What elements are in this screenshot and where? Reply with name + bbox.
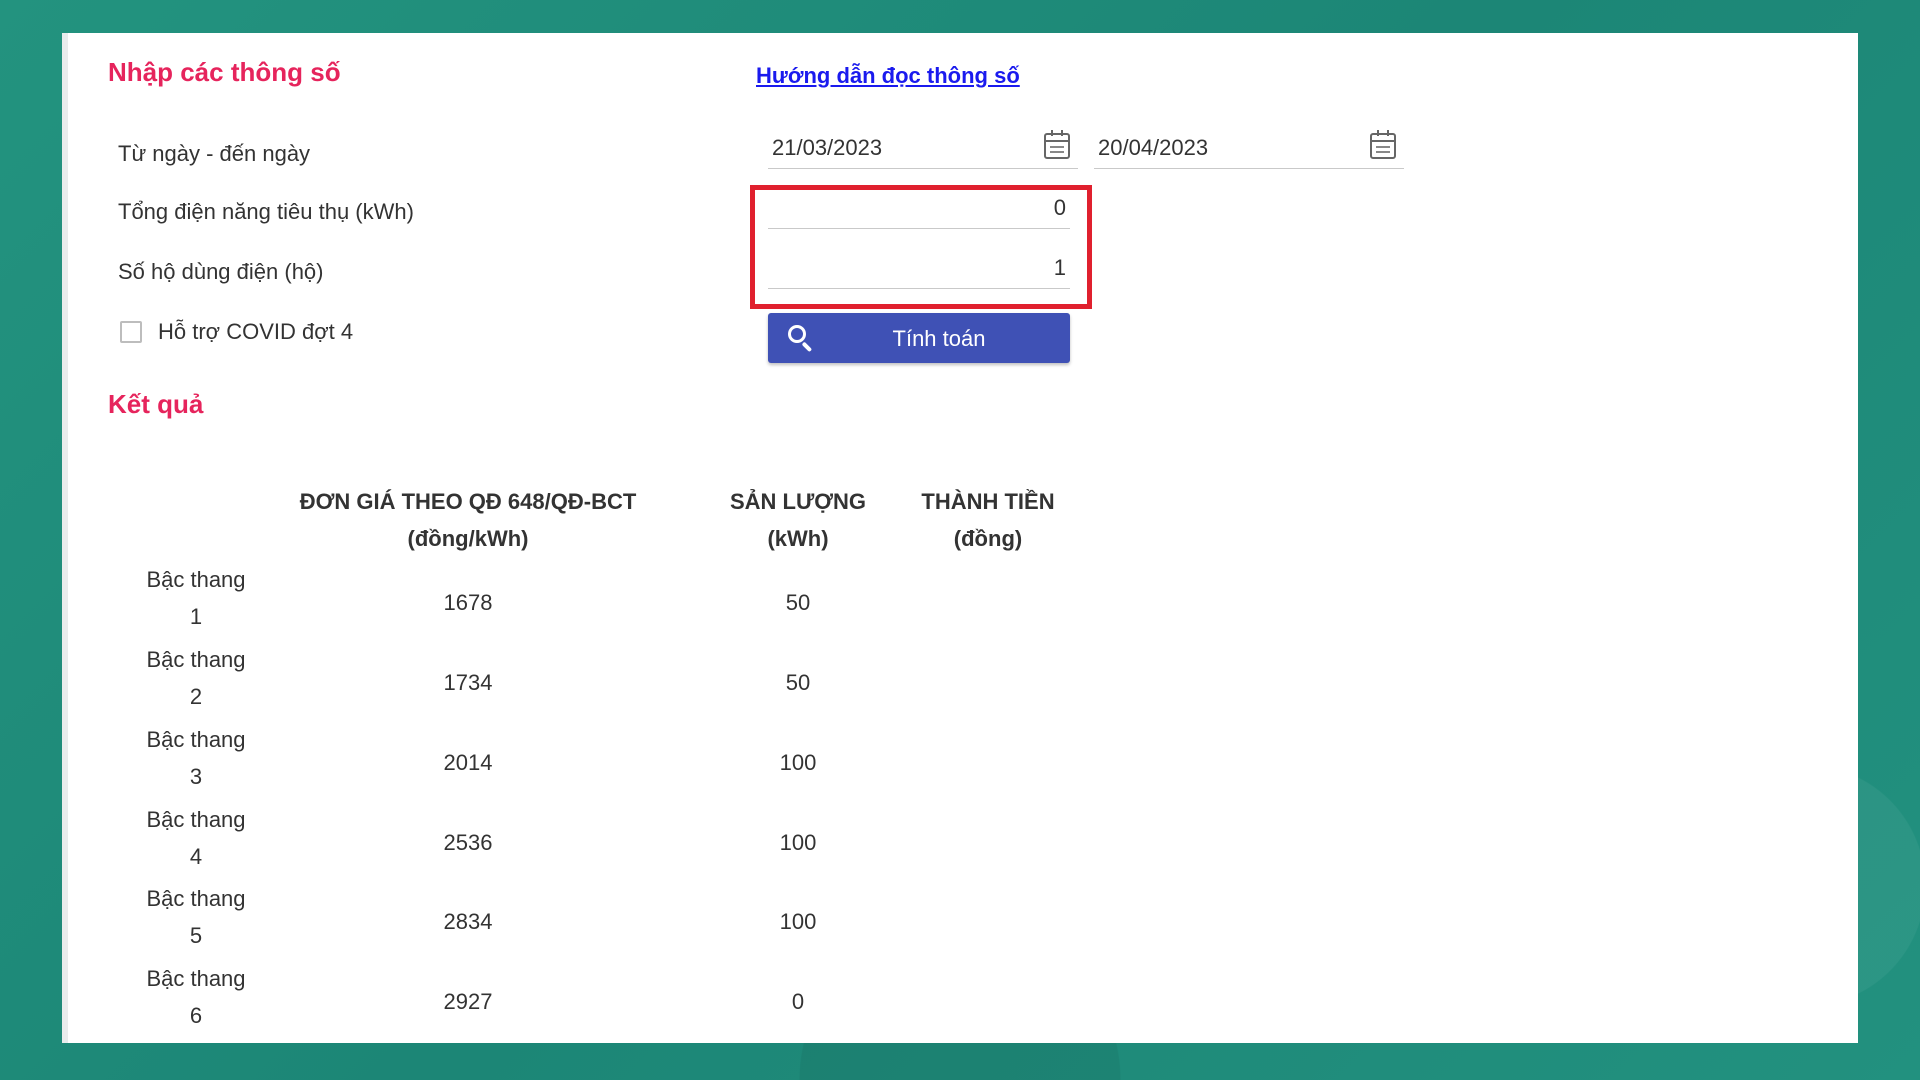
tier-number: 4	[189, 844, 203, 869]
calendar-icon[interactable]	[1044, 130, 1070, 159]
to-date-input[interactable]	[1094, 129, 1404, 167]
tier-cell: Bậc thang 2	[116, 641, 276, 715]
covid-label: Hỗ trợ COVID đợt 4	[158, 319, 354, 344]
help-link[interactable]: Hướng dẫn đọc thông số	[756, 63, 1020, 89]
date-range-label: Từ ngày - đến ngày	[118, 141, 311, 166]
price-cell: 2927	[443, 989, 493, 1014]
tier-label: Bậc thang	[146, 727, 246, 752]
price-cell: 1734	[443, 670, 493, 695]
calculator-panel: Nhập các thông số Hướng dẫn đọc thông số…	[62, 33, 1858, 1043]
tier-cell: Bậc thang 5	[116, 880, 276, 954]
amount-header-line2: (đồng)	[953, 526, 1023, 551]
volume-header-line1: SẢN LƯỢNG	[729, 489, 867, 514]
tier-label: Bậc thang	[146, 567, 246, 592]
from-date-input[interactable]	[768, 129, 1078, 167]
calculate-button[interactable]: Tính toán	[768, 313, 1070, 363]
volume-header-line2: (kWh)	[767, 526, 829, 551]
volume-column-header: SẢN LƯỢNG (kWh)	[698, 483, 898, 557]
covid-checkbox[interactable]	[120, 321, 142, 343]
to-date-field[interactable]	[1094, 129, 1404, 169]
volume-cell: 100	[779, 750, 817, 775]
tier-number: 1	[189, 604, 203, 629]
volume-cell: 50	[785, 670, 811, 695]
tier-number: 2	[189, 684, 203, 709]
tier-cell: Bậc thang 3	[116, 721, 276, 795]
amount-header-line1: THÀNH TIỀN	[921, 489, 1055, 514]
households-label: Số hộ dùng điện (hộ)	[118, 259, 324, 284]
volume-cell: 0	[791, 989, 805, 1014]
tier-number: 3	[189, 764, 203, 789]
highlight-box	[750, 185, 1092, 309]
tier-cell: Bậc thang 6	[116, 960, 276, 1034]
from-date-field[interactable]	[768, 129, 1078, 169]
price-header-line2: (đồng/kWh)	[407, 526, 529, 551]
price-header-line1: ĐƠN GIÁ THEO QĐ 648/QĐ-BCT	[299, 489, 637, 514]
tier-number: 6	[189, 1003, 203, 1028]
volume-cell: 50	[785, 590, 811, 615]
volume-cell: 100	[779, 830, 817, 855]
tier-cell: Bậc thang 1	[116, 561, 276, 635]
consumption-label: Tổng điện năng tiêu thụ (kWh)	[118, 199, 414, 224]
price-cell: 2536	[443, 830, 493, 855]
result-title: Kết quả	[108, 389, 204, 419]
tier-label: Bậc thang	[146, 647, 246, 672]
price-cell: 1678	[443, 590, 493, 615]
tier-cell: Bậc thang 4	[116, 801, 276, 875]
calculate-button-label: Tính toán	[892, 326, 986, 351]
price-cell: 2014	[443, 750, 493, 775]
tier-label: Bậc thang	[146, 807, 246, 832]
amount-column-header: THÀNH TIỀN (đồng)	[888, 483, 1088, 557]
form-title: Nhập các thông số	[108, 57, 341, 87]
calendar-icon[interactable]	[1370, 130, 1396, 159]
tier-label: Bậc thang	[146, 886, 246, 911]
price-column-header: ĐƠN GIÁ THEO QĐ 648/QĐ-BCT (đồng/kWh)	[278, 483, 658, 557]
price-cell: 2834	[443, 909, 493, 934]
tier-number: 5	[189, 923, 203, 948]
volume-cell: 100	[779, 909, 817, 934]
tier-label: Bậc thang	[146, 966, 246, 991]
